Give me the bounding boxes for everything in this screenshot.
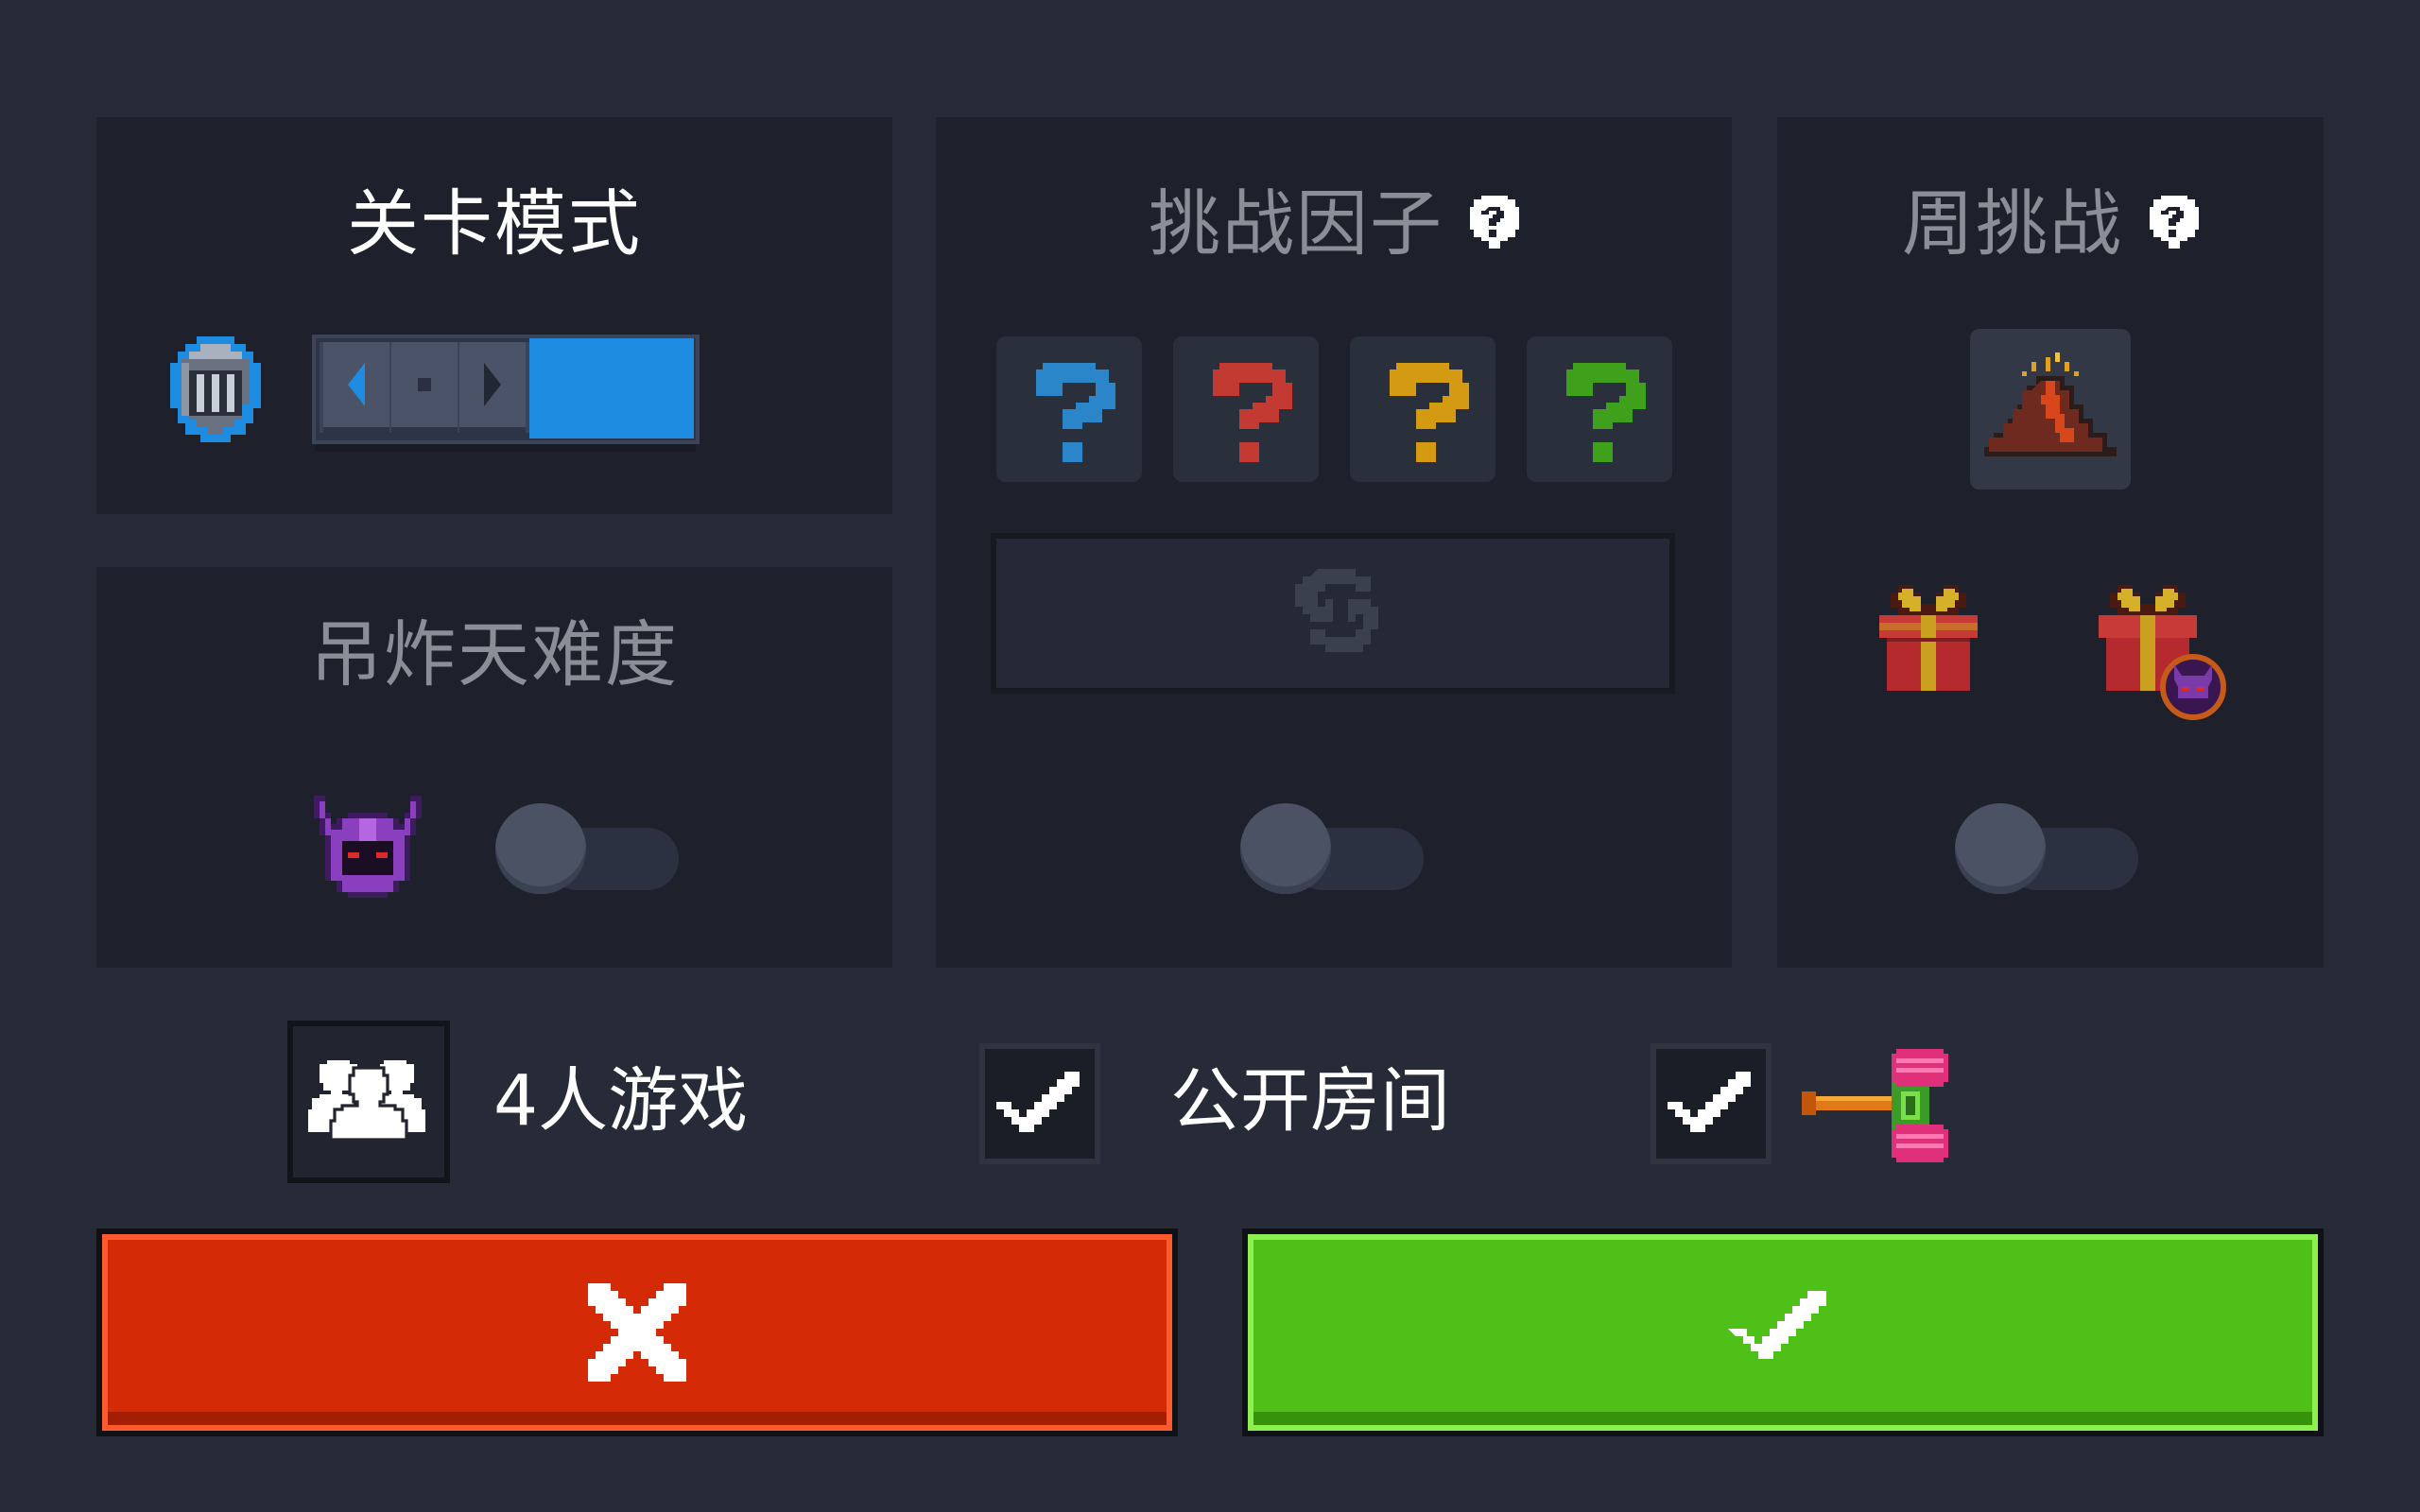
hammer-icon: [1802, 1049, 1962, 1162]
slider-handle[interactable]: [320, 342, 529, 433]
question-mark-icon: [1390, 363, 1469, 462]
question-mark-icon: [1566, 363, 1646, 462]
cancel-button[interactable]: [96, 1228, 1178, 1436]
players-icon: [308, 1060, 425, 1142]
level-mode-title: 关卡模式: [347, 181, 642, 266]
challenge-factor-title: 挑战因子: [936, 181, 1732, 266]
player-count-label: 4人游戏: [493, 1060, 749, 1142]
gift-box-icon: [1876, 580, 1981, 703]
volcano-icon: [1984, 352, 2117, 456]
refresh-challenge-button[interactable]: [991, 533, 1675, 694]
question-mark-icon: [1036, 363, 1115, 462]
demon-gift-box-icon: [2095, 580, 2227, 722]
confirm-button[interactable]: [1242, 1228, 2324, 1436]
level-mode-slider[interactable]: [312, 335, 700, 452]
hard-mode-toggle[interactable]: [495, 803, 684, 907]
hard-mode-panel: 吊炸天难度: [96, 567, 892, 968]
toggle-knob: [1240, 803, 1331, 894]
question-mark-icon: [1213, 363, 1292, 462]
knight-helmet-icon: [163, 333, 268, 450]
checkmark-icon: [1728, 1291, 1826, 1359]
slider-left-segment: [323, 342, 389, 433]
hammer-checkbox[interactable]: [1651, 1043, 1772, 1164]
weekly-challenge-slot[interactable]: [1970, 329, 2131, 490]
challenge-slot-blue[interactable]: [996, 336, 1142, 482]
challenge-factor-toggle[interactable]: [1240, 803, 1429, 907]
challenge-slot-red[interactable]: [1173, 336, 1319, 482]
challenge-slot-yellow[interactable]: [1350, 336, 1495, 482]
question-icon[interactable]: [1470, 181, 1519, 266]
level-mode-panel: 关卡模式: [96, 117, 892, 514]
arrow-left-icon: [348, 363, 365, 406]
weekly-challenge-toggle[interactable]: [1955, 803, 2144, 907]
question-icon[interactable]: [2150, 181, 2199, 266]
close-icon: [588, 1283, 686, 1382]
arrow-right-icon: [484, 363, 501, 406]
checkmark-icon: [996, 1072, 1080, 1132]
toggle-knob: [495, 803, 586, 894]
weekly-challenge-title: 周挑战: [1777, 181, 2324, 266]
challenge-slot-green[interactable]: [1527, 336, 1672, 482]
slider-right-segment: [459, 342, 526, 433]
slider-fill: [529, 338, 694, 438]
dot-icon: [418, 378, 431, 391]
demon-helmet-icon: [308, 790, 427, 909]
public-room-checkbox[interactable]: [979, 1043, 1100, 1164]
toggle-knob: [1955, 803, 2046, 894]
player-count-button[interactable]: [287, 1021, 450, 1183]
public-room-label: 公开房间: [1170, 1060, 1450, 1142]
slider-middle-segment: [391, 342, 458, 433]
hard-mode-title: 吊炸天难度: [310, 612, 679, 696]
refresh-icon: [1295, 569, 1378, 652]
checkmark-icon: [1668, 1072, 1751, 1132]
